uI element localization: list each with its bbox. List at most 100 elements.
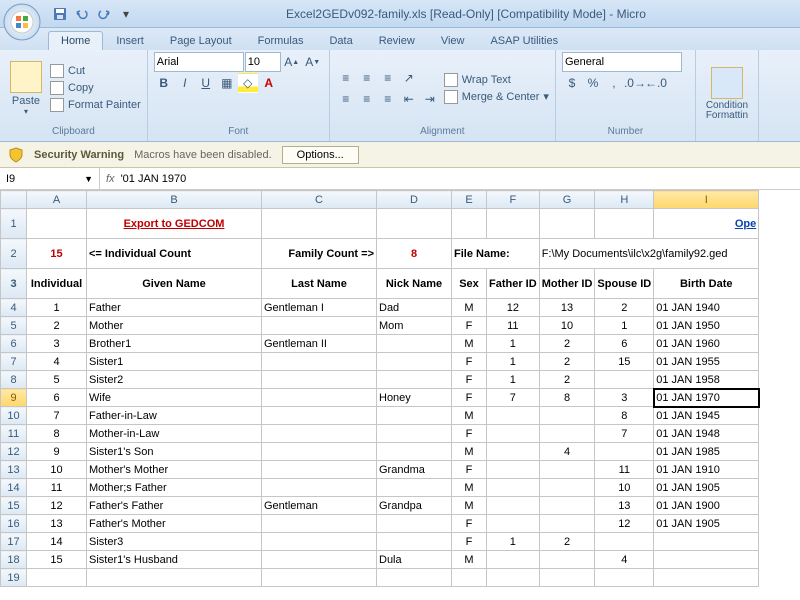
cell[interactable] — [262, 389, 377, 407]
cell[interactable]: 8 — [595, 407, 654, 425]
cut-button[interactable]: Cut — [50, 63, 141, 79]
col-header-F[interactable]: F — [487, 191, 540, 209]
cell[interactable]: 10 — [539, 317, 595, 335]
cell[interactable] — [487, 407, 540, 425]
cell[interactable] — [262, 533, 377, 551]
open-link[interactable]: Ope — [735, 218, 756, 230]
cell[interactable]: 01 JAN 1970 — [654, 389, 759, 407]
undo-button[interactable] — [72, 4, 92, 24]
cell[interactable] — [539, 551, 595, 569]
orientation-button[interactable]: ↗ — [399, 68, 419, 88]
cell[interactable] — [87, 569, 262, 587]
tab-formulas[interactable]: Formulas — [245, 31, 317, 50]
cell[interactable] — [487, 569, 540, 587]
cell[interactable]: 01 JAN 1958 — [654, 371, 759, 389]
cell[interactable]: Father's Mother — [87, 515, 262, 533]
cell[interactable] — [654, 569, 759, 587]
row-header[interactable]: 1 — [1, 209, 27, 239]
cell[interactable]: Gentleman I — [262, 299, 377, 317]
cell[interactable]: M — [452, 299, 487, 317]
comma-button[interactable]: , — [604, 73, 624, 93]
cell[interactable] — [654, 551, 759, 569]
align-right-button[interactable]: ≡ — [378, 89, 398, 109]
cell[interactable]: 13 — [27, 515, 87, 533]
font-name-select[interactable] — [154, 52, 244, 72]
fx-icon[interactable]: fx — [106, 173, 115, 185]
row-header[interactable]: 17 — [1, 533, 27, 551]
cell[interactable]: 2 — [539, 533, 595, 551]
cell[interactable]: M — [452, 497, 487, 515]
cell[interactable]: 7 — [595, 425, 654, 443]
align-middle-button[interactable]: ≡ — [357, 68, 377, 88]
cell[interactable]: 3 — [27, 335, 87, 353]
cell[interactable]: 01 JAN 1910 — [654, 461, 759, 479]
cell[interactable]: Father-in-Law — [87, 407, 262, 425]
cell[interactable] — [487, 461, 540, 479]
row-header[interactable]: 12 — [1, 443, 27, 461]
cell[interactable]: Mother;s Father — [87, 479, 262, 497]
row-header[interactable]: 15 — [1, 497, 27, 515]
cell[interactable] — [487, 515, 540, 533]
cell[interactable]: Gentleman — [262, 497, 377, 515]
wrap-text-button[interactable]: Wrap Text — [444, 72, 549, 88]
cell[interactable]: Sister1 — [87, 353, 262, 371]
row-header[interactable]: 5 — [1, 317, 27, 335]
format-painter-button[interactable]: Format Painter — [50, 97, 141, 113]
cell[interactable]: 1 — [487, 353, 540, 371]
cell[interactable] — [377, 353, 452, 371]
tab-home[interactable]: Home — [48, 31, 103, 50]
cell[interactable]: Father — [87, 299, 262, 317]
col-header-H[interactable]: H — [595, 191, 654, 209]
align-left-button[interactable]: ≡ — [336, 89, 356, 109]
cell[interactable]: Mother's Mother — [87, 461, 262, 479]
cell[interactable] — [262, 371, 377, 389]
cell[interactable] — [595, 443, 654, 461]
cell[interactable]: Gentleman II — [262, 335, 377, 353]
tab-insert[interactable]: Insert — [103, 31, 157, 50]
col-header-A[interactable]: A — [27, 191, 87, 209]
save-button[interactable] — [50, 4, 70, 24]
cell[interactable]: F — [452, 461, 487, 479]
cell[interactable]: 1 — [487, 533, 540, 551]
row-header[interactable]: 14 — [1, 479, 27, 497]
cell[interactable]: F — [452, 389, 487, 407]
number-format-select[interactable] — [562, 52, 682, 72]
copy-button[interactable]: Copy — [50, 80, 141, 96]
cell[interactable] — [487, 479, 540, 497]
italic-button[interactable]: I — [175, 73, 195, 93]
cell[interactable]: Grandpa — [377, 497, 452, 515]
cell[interactable]: Dula — [377, 551, 452, 569]
cell[interactable]: 4 — [27, 353, 87, 371]
cell[interactable] — [654, 533, 759, 551]
cell[interactable] — [539, 479, 595, 497]
cell[interactable] — [377, 371, 452, 389]
cell[interactable]: 2 — [539, 353, 595, 371]
cell[interactable]: 01 JAN 1948 — [654, 425, 759, 443]
cell[interactable]: 10 — [27, 461, 87, 479]
cell[interactable]: 01 JAN 1950 — [654, 317, 759, 335]
cell[interactable]: 12 — [27, 497, 87, 515]
row-header[interactable]: 11 — [1, 425, 27, 443]
cell[interactable] — [487, 425, 540, 443]
redo-button[interactable] — [94, 4, 114, 24]
cell[interactable]: 6 — [27, 389, 87, 407]
cell[interactable]: F — [452, 317, 487, 335]
cell[interactable] — [377, 515, 452, 533]
tab-asap-utilities[interactable]: ASAP Utilities — [477, 31, 571, 50]
col-header-I[interactable]: I — [654, 191, 759, 209]
bold-button[interactable]: B — [154, 73, 174, 93]
conditional-formatting-button[interactable]: Condition Formattin — [702, 65, 752, 123]
cell[interactable]: 01 JAN 1945 — [654, 407, 759, 425]
cell[interactable]: 5 — [27, 371, 87, 389]
cell[interactable]: 8 — [27, 425, 87, 443]
align-center-button[interactable]: ≡ — [357, 89, 377, 109]
row-header[interactable]: 4 — [1, 299, 27, 317]
row-header[interactable]: 3 — [1, 269, 27, 299]
border-button[interactable]: ▦ — [217, 73, 237, 93]
cell[interactable] — [262, 551, 377, 569]
cell[interactable]: 2 — [595, 299, 654, 317]
row-header[interactable]: 18 — [1, 551, 27, 569]
cell[interactable]: 7 — [487, 389, 540, 407]
cell[interactable]: 15 — [595, 353, 654, 371]
cell[interactable] — [262, 569, 377, 587]
